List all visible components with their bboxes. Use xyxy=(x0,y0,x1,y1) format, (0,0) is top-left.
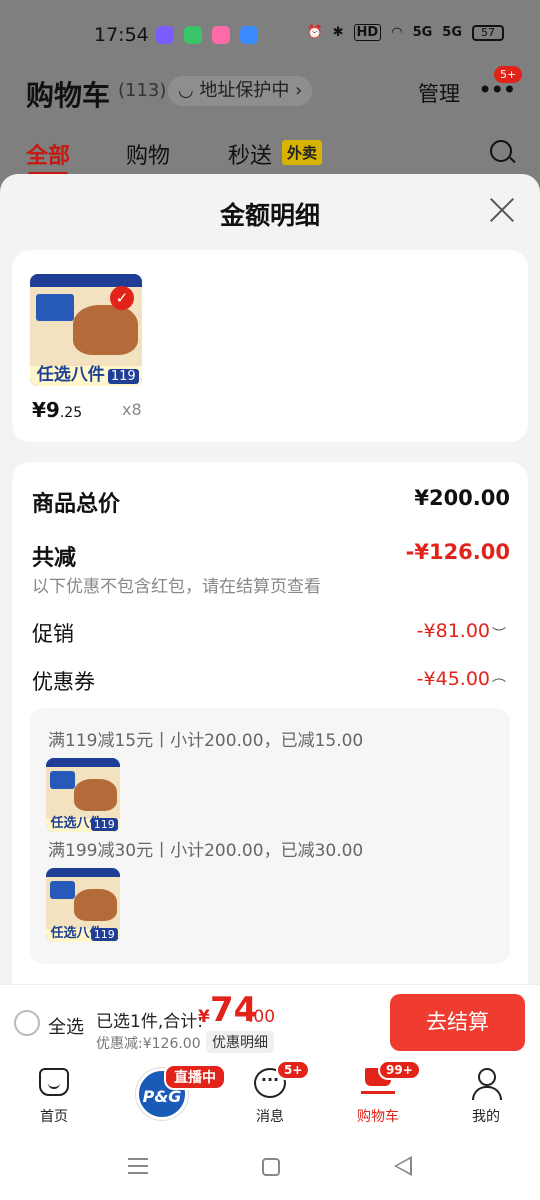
back-icon[interactable] xyxy=(394,1156,412,1176)
checkout-bar: 全选 已选1件,合计: ¥ 74 .00 优惠减:¥126.00 优惠明细 去结… xyxy=(0,984,540,1060)
coupon-product-thumbnail: 任选八件 119 xyxy=(46,868,120,942)
signal-5g-icon: 5G xyxy=(412,25,433,40)
signal-5g-icon-2: 5G xyxy=(442,25,462,40)
nav-me-label: 我的 xyxy=(472,1109,500,1125)
coupon-value[interactable]: -¥45.00 xyxy=(417,668,490,690)
alarm-icon: ⏰ xyxy=(306,25,323,40)
app-notification-icon xyxy=(156,26,174,44)
thumb-food xyxy=(72,305,138,355)
nav-me-icon-wrap xyxy=(469,1068,503,1102)
coupon-label[interactable]: 优惠券 xyxy=(32,666,95,696)
thumb-food xyxy=(74,778,118,812)
thumb-number: 119 xyxy=(90,927,118,941)
system-icons: ⏰ ✱ HD ◠ 5G 5G 57 xyxy=(306,24,504,41)
cart-badge: 99+ xyxy=(378,1060,421,1080)
nav-cart-label: 购物车 xyxy=(357,1109,399,1125)
total-price-value: ¥200.00 xyxy=(414,486,510,510)
item-price-dec: .25 xyxy=(59,405,83,421)
app-notification-icon xyxy=(212,26,230,44)
nav-me[interactable]: 我的 xyxy=(446,1060,526,1126)
bottom-nav: 首页 P&G 直播中 ··· 消息 5+ 购物车 99+ 我的 xyxy=(0,1060,540,1140)
tab-shopping[interactable]: 购物 xyxy=(126,138,170,170)
reduce-label: 共减 xyxy=(32,546,77,571)
nav-home-icon-wrap xyxy=(37,1068,71,1102)
thumb-header xyxy=(46,868,120,877)
tab-all[interactable]: 全部 xyxy=(26,138,70,170)
thumb-header xyxy=(46,758,120,767)
amount-breakdown-card: 商品总价 ¥200.00 共减 -¥126.00 以下优惠不包含红包，请在结算页… xyxy=(12,462,528,1060)
selected-summary: 已选1件,合计: xyxy=(96,1012,203,1032)
status-time: 17:54 xyxy=(94,24,149,46)
coupon-details: 满119减15元丨小计200.00，已减15.00 任选八件 119 满199减… xyxy=(30,708,510,964)
search-icon[interactable] xyxy=(490,140,512,162)
product-thumbnail[interactable]: 任选八件 119 ✓ xyxy=(30,274,142,386)
item-quantity: x8 xyxy=(122,400,142,419)
address-protect-button[interactable]: ◡ 地址保护中 › xyxy=(168,76,313,106)
page-title: 购物车 xyxy=(26,79,111,112)
reduce-value: -¥126.00 xyxy=(405,540,510,564)
thumb-tag xyxy=(49,771,75,790)
coupon-line: 满119减15元丨小计200.00，已减15.00 xyxy=(48,731,364,751)
message-notification-icon xyxy=(184,26,202,44)
total-currency: ¥ xyxy=(198,1007,210,1027)
chevron-down-icon[interactable]: ︶ xyxy=(492,624,506,644)
thumb-number: 119 xyxy=(90,817,118,831)
check-icon: ✓ xyxy=(110,286,134,310)
messages-badge: 5+ xyxy=(276,1060,311,1080)
thumb-tag xyxy=(35,294,74,322)
thumb-food xyxy=(74,888,118,922)
promo-label[interactable]: 促销 xyxy=(32,618,74,648)
nav-home-label: 首页 xyxy=(40,1109,68,1125)
waimai-badge: 外卖 xyxy=(282,140,323,165)
hd-icon: HD xyxy=(353,24,382,41)
bluetooth-icon: ✱ xyxy=(332,25,344,40)
total-decimal: .00 xyxy=(248,1007,276,1027)
select-all-label[interactable]: 全选 xyxy=(48,1013,84,1039)
more-badge: 5+ xyxy=(494,66,523,83)
thumb-caption: 任选八件 xyxy=(36,364,105,385)
manage-button[interactable]: 管理 xyxy=(418,78,460,108)
live-badge: 直播中 xyxy=(164,1064,226,1090)
nav-home[interactable]: 首页 xyxy=(14,1060,94,1126)
reduce-note: 以下优惠不包含红包，请在结算页查看 xyxy=(32,577,321,597)
sheet-title: 金额明细 xyxy=(219,201,320,230)
recents-icon[interactable] xyxy=(128,1158,148,1174)
item-price-int: ¥9 xyxy=(32,398,60,422)
coupon-line: 满199减30元丨小计200.00，已减30.00 xyxy=(48,841,364,861)
item-card: 任选八件 119 ✓ ¥9.25 x8 xyxy=(12,250,528,442)
total-price-label: 商品总价 xyxy=(32,492,121,517)
nav-messages-label: 消息 xyxy=(256,1109,284,1125)
home-icon xyxy=(39,1068,69,1096)
user-icon xyxy=(471,1068,502,1100)
discount-summary: 优惠减:¥126.00 xyxy=(96,1036,201,1052)
thumb-number: 119 xyxy=(107,368,139,384)
tab-miaosong[interactable]: 秒送 xyxy=(228,138,272,170)
home-button-icon[interactable] xyxy=(262,1158,280,1176)
coupon-product-thumbnail: 任选八件 119 xyxy=(46,758,120,832)
battery-icon: 57 xyxy=(472,24,504,41)
close-icon[interactable] xyxy=(488,196,516,224)
cart-count: (113) xyxy=(118,80,167,101)
promo-value[interactable]: -¥81.00 xyxy=(417,620,490,642)
thumb-header xyxy=(30,274,142,288)
notification-icons xyxy=(156,26,258,44)
select-all-radio[interactable] xyxy=(14,1010,40,1036)
discount-detail-button[interactable]: 优惠明细 xyxy=(206,1031,274,1053)
wifi-icon: ◠ xyxy=(391,25,403,40)
chevron-up-icon[interactable]: ︵ xyxy=(492,666,506,686)
cart-tabs: 全部 购物 秒送 外卖 xyxy=(0,138,540,178)
item-price: ¥9.25 xyxy=(32,398,82,422)
system-nav-bar xyxy=(0,1140,540,1200)
amount-detail-sheet: 金额明细 任选八件 119 ✓ ¥9.25 x8 商品总价 ¥200.00 共减… xyxy=(0,174,540,1060)
gallery-notification-icon xyxy=(240,26,258,44)
checkout-button[interactable]: 去结算 xyxy=(390,994,525,1051)
thumb-tag xyxy=(49,881,75,900)
